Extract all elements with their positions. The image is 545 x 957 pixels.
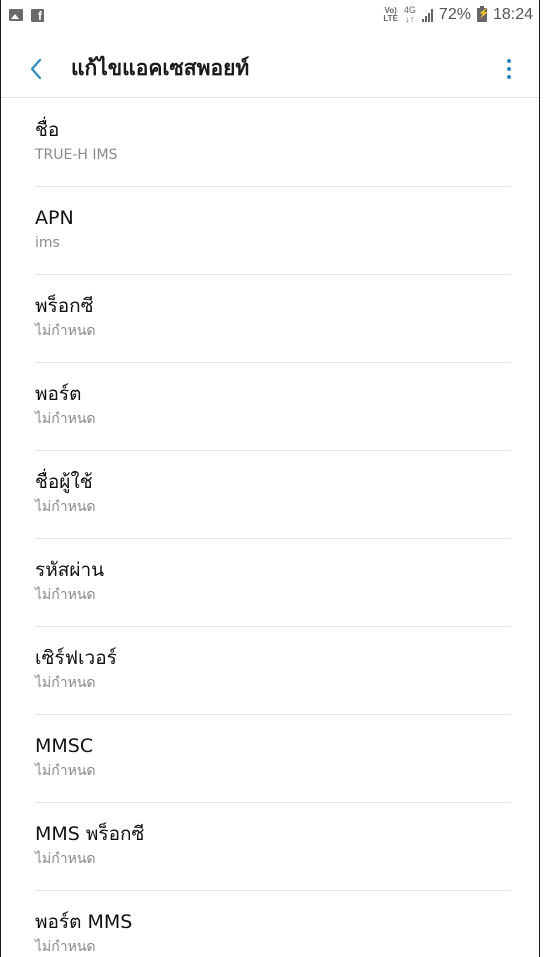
setting-item-mms-proxy[interactable]: MMS พร็อกซี ไม่กำหนด (1, 803, 539, 891)
setting-value: ไม่กำหนด (35, 763, 96, 779)
setting-value: ไม่กำหนด (35, 323, 96, 339)
setting-label: ชื่อผู้ใช้ (35, 471, 93, 493)
setting-item-mms-port[interactable]: พอร์ต MMS ไม่กำหนด (1, 891, 539, 957)
signal-icon (421, 8, 433, 22)
setting-item-username[interactable]: ชื่อผู้ใช้ ไม่กำหนด (1, 451, 539, 539)
setting-value: ไม่กำหนด (35, 587, 96, 603)
setting-label: พอร์ต MMS (35, 911, 133, 933)
phone-screen: f Vo) LTE 4G ↓↑ 72% 18:24 (0, 0, 540, 957)
setting-value: ไม่กำหนด (35, 851, 96, 867)
volte-icon: Vo) LTE (383, 6, 398, 23)
setting-value: ไม่กำหนด (35, 499, 96, 515)
setting-item-name[interactable]: ชื่อ TRUE-H IMS (1, 99, 539, 187)
setting-item-proxy[interactable]: พร็อกซี ไม่กำหนด (1, 275, 539, 363)
notification-icons: f (9, 8, 44, 23)
page-title: แก้ไขแอคเซสพอยท์ (71, 56, 250, 80)
setting-item-port[interactable]: พอร์ต ไม่กำหนด (1, 363, 539, 451)
setting-value: ims (35, 235, 60, 251)
app-toolbar: แก้ไขแอคเซสพอยท์ (1, 40, 539, 98)
setting-label: รหัสผ่าน (35, 559, 105, 581)
setting-label: MMS พร็อกซี (35, 823, 145, 845)
more-vertical-icon (507, 58, 511, 79)
setting-value: ไม่กำหนด (35, 675, 96, 691)
facebook-icon: f (31, 8, 44, 23)
setting-label: เซิร์ฟเวอร์ (35, 647, 117, 669)
setting-label: ชื่อ (35, 119, 60, 141)
setting-item-mmsc[interactable]: MMSC ไม่กำหนด (1, 715, 539, 803)
battery-charging-icon (476, 6, 489, 22)
clock: 18:24 (492, 6, 533, 23)
setting-label: พอร์ต (35, 383, 82, 405)
chevron-left-icon (30, 58, 42, 79)
setting-item-server[interactable]: เซิร์ฟเวอร์ ไม่กำหนด (1, 627, 539, 715)
network-4g-icon: 4G ↓↑ (403, 5, 416, 24)
gallery-icon (9, 9, 23, 21)
back-button[interactable] (1, 40, 71, 98)
setting-value: ไม่กำหนด (35, 939, 96, 955)
system-status: Vo) LTE 4G ↓↑ 72% 18:24 (383, 6, 533, 24)
apn-settings-list: ชื่อ TRUE-H IMS APN ims พร็อกซี ไม่กำหนด… (1, 99, 539, 957)
setting-value: ไม่กำหนด (35, 411, 96, 427)
setting-value: TRUE-H IMS (35, 147, 118, 163)
setting-item-password[interactable]: รหัสผ่าน ไม่กำหนด (1, 539, 539, 627)
status-bar: f Vo) LTE 4G ↓↑ 72% 18:24 (1, 0, 539, 30)
setting-label: พร็อกซี (35, 295, 94, 317)
setting-label: APN (35, 207, 74, 229)
setting-label: MMSC (35, 735, 94, 757)
battery-percent: 72% (438, 6, 471, 23)
more-options-button[interactable] (489, 40, 529, 98)
setting-item-apn[interactable]: APN ims (1, 187, 539, 275)
